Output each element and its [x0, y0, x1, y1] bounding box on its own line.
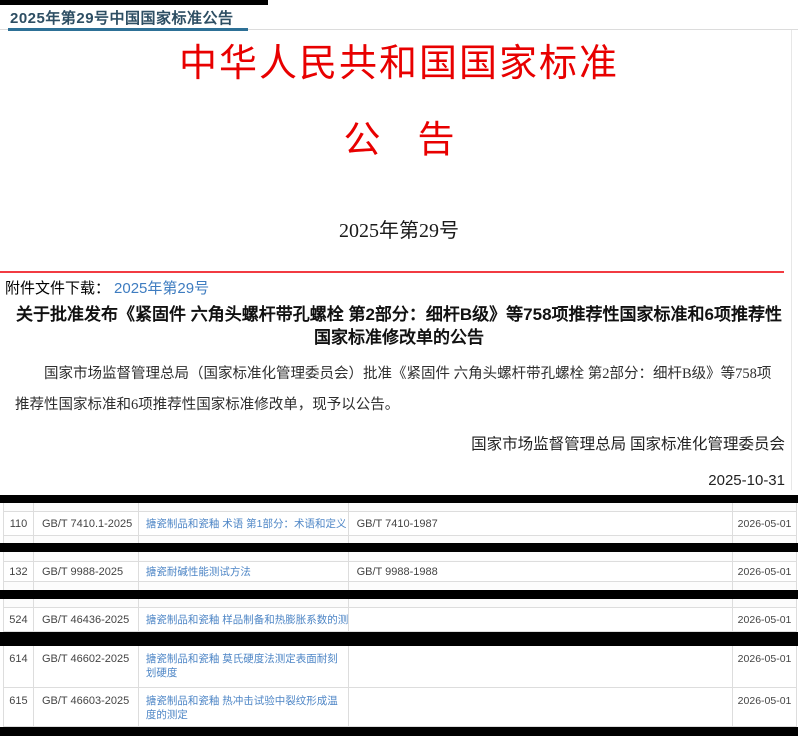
- standard-name-link[interactable]: 搪瓷耐碱性能测试方法: [146, 565, 251, 579]
- table-row-sliver: [3, 503, 797, 512]
- agency-signature: 国家市场监督管理总局 国家标准化管理委员会: [471, 432, 785, 454]
- table-row-sliver: [3, 552, 797, 562]
- redaction-bar: [0, 543, 798, 552]
- table-row: 615 GB/T 46603-2025 搪瓷制品和瓷釉 热冲击试验中裂纹形成温度…: [3, 688, 797, 727]
- table-row-sliver: [3, 599, 797, 608]
- standard-name-link[interactable]: 搪瓷制品和瓷釉 莫氏硬度法测定表面耐刻划硬度: [146, 652, 344, 680]
- replaced-cell: GB/T 9988-1988: [349, 562, 734, 581]
- page: 2025年第29号中国国家标准公告 中华人民共和国国家标准 公 告 2025年第…: [0, 0, 798, 736]
- date-cell: 2026-05-01: [733, 608, 797, 631]
- name-cell: 搪瓷制品和瓷釉 术语 第1部分：术语和定义: [139, 512, 349, 535]
- standard-name-link[interactable]: 搪瓷制品和瓷釉 热冲击试验中裂纹形成温度的测定: [146, 694, 344, 722]
- redaction-bar: [0, 632, 798, 646]
- date-cell: 2026-05-01: [733, 562, 797, 581]
- table-row: 614 GB/T 46602-2025 搪瓷制品和瓷釉 莫氏硬度法测定表面耐刻划…: [3, 646, 797, 688]
- code-cell: GB/T 7410.1-2025: [34, 512, 139, 535]
- seq-cell: 614: [4, 646, 34, 687]
- announcement-heading: 关于批准发布《紧固件 六角头螺杆带孔螺栓 第2部分：细杆B级》等758项推荐性国…: [14, 303, 784, 349]
- code-cell: GB/T 9988-2025: [34, 562, 139, 581]
- name-cell: 搪瓷制品和瓷釉 热冲击试验中裂纹形成温度的测定: [139, 688, 349, 726]
- date-cell: 2026-05-01: [733, 688, 797, 726]
- table-row: 524 GB/T 46436-2025 搪瓷制品和瓷釉 样品制备和热膨胀系数的测…: [3, 608, 797, 632]
- seq-cell: 615: [4, 688, 34, 726]
- red-divider: [0, 271, 784, 273]
- top-redaction-bar: [0, 0, 268, 5]
- document-subtitle: 公 告: [0, 118, 798, 164]
- document-number: 2025年第29号: [0, 214, 798, 243]
- redaction-bar: [0, 495, 798, 503]
- replaced-cell: GB/T 7410-1987: [349, 512, 734, 535]
- replaced-cell: [349, 646, 734, 687]
- table-row: 132 GB/T 9988-2025 搪瓷耐碱性能测试方法 GB/T 9988-…: [3, 562, 797, 582]
- replaced-cell: [349, 688, 734, 726]
- table-row-sliver: [3, 536, 797, 543]
- redaction-bar: [0, 590, 798, 599]
- code-cell: GB/T 46603-2025: [34, 688, 139, 726]
- seq-cell: 524: [4, 608, 34, 631]
- issue-date: 2025-10-31: [708, 472, 785, 489]
- attachment-row: 附件文件下载：2025年第29号: [5, 277, 209, 298]
- announcement-paragraph: 国家市场监督管理总局（国家标准化管理委员会）批准《紧固件 六角头螺杆带孔螺栓 第…: [15, 359, 785, 421]
- replaced-cell: [349, 608, 734, 631]
- attachment-download-link[interactable]: 2025年第29号: [114, 280, 209, 297]
- name-cell: 搪瓷制品和瓷釉 样品制备和热膨胀系数的测定: [139, 608, 349, 631]
- document-title: 中华人民共和国国家标准: [0, 40, 798, 88]
- page-right-border: [791, 30, 792, 490]
- redaction-bar: [0, 727, 798, 736]
- name-cell: 搪瓷耐碱性能测试方法: [139, 562, 349, 581]
- date-cell: 2026-05-01: [733, 512, 797, 535]
- standard-name-link[interactable]: 搪瓷制品和瓷釉 样品制备和热膨胀系数的测定: [146, 613, 349, 627]
- code-cell: GB/T 46602-2025: [34, 646, 139, 687]
- name-cell: 搪瓷制品和瓷釉 莫氏硬度法测定表面耐刻划硬度: [139, 646, 349, 687]
- code-cell: GB/T 46436-2025: [34, 608, 139, 631]
- seq-cell: 110: [4, 512, 34, 535]
- page-tab-title[interactable]: 2025年第29号中国国家标准公告: [10, 7, 234, 28]
- seq-cell: 132: [4, 562, 34, 581]
- table-row-sliver: [3, 582, 797, 590]
- table-row: 110 GB/T 7410.1-2025 搪瓷制品和瓷釉 术语 第1部分：术语和…: [3, 512, 797, 536]
- active-tab-underline: [8, 28, 248, 31]
- standards-table: 110 GB/T 7410.1-2025 搪瓷制品和瓷釉 术语 第1部分：术语和…: [0, 495, 798, 736]
- standard-name-link[interactable]: 搪瓷制品和瓷釉 术语 第1部分：术语和定义: [146, 517, 347, 531]
- date-cell: 2026-05-01: [733, 646, 797, 687]
- attachment-label: 附件文件下载：: [5, 280, 110, 297]
